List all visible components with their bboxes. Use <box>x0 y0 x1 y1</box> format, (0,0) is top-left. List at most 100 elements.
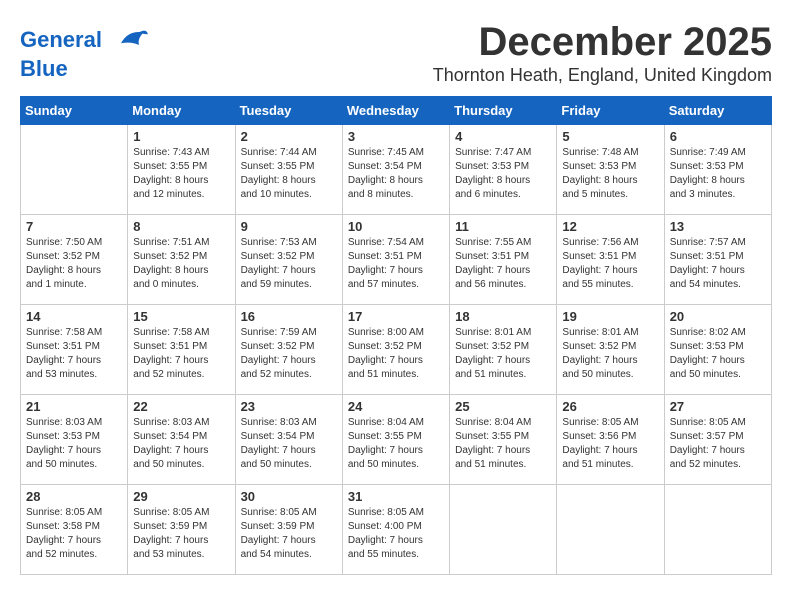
day-header-friday: Friday <box>557 97 664 125</box>
calendar-cell <box>450 485 557 575</box>
day-number: 23 <box>241 399 337 414</box>
day-info: Sunrise: 8:01 AMSunset: 3:52 PMDaylight:… <box>562 326 658 382</box>
calendar-cell: 15 Sunrise: 7:58 AMSunset: 3:51 PMDayligh… <box>128 305 235 395</box>
day-number: 16 <box>241 309 337 324</box>
day-info: Sunrise: 7:55 AMSunset: 3:51 PMDaylight:… <box>455 236 551 292</box>
day-info: Sunrise: 7:50 AMSunset: 3:52 PMDaylight:… <box>26 236 122 292</box>
calendar-cell: 14 Sunrise: 7:58 AMSunset: 3:51 PMDayligh… <box>21 305 128 395</box>
calendar-cell <box>21 125 128 215</box>
day-info: Sunrise: 8:05 AMSunset: 3:57 PMDaylight:… <box>670 416 766 472</box>
day-number: 25 <box>455 399 551 414</box>
calendar-cell <box>664 485 771 575</box>
day-info: Sunrise: 7:47 AMSunset: 3:53 PMDaylight:… <box>455 146 551 202</box>
day-number: 12 <box>562 219 658 234</box>
week-row-1: 1 Sunrise: 7:43 AMSunset: 3:55 PMDaylight… <box>21 125 772 215</box>
day-number: 24 <box>348 399 444 414</box>
day-info: Sunrise: 7:57 AMSunset: 3:51 PMDaylight:… <box>670 236 766 292</box>
day-number: 10 <box>348 219 444 234</box>
calendar-cell: 26 Sunrise: 8:05 AMSunset: 3:56 PMDayligh… <box>557 395 664 485</box>
day-info: Sunrise: 8:03 AMSunset: 3:54 PMDaylight:… <box>133 416 229 472</box>
day-info: Sunrise: 7:59 AMSunset: 3:52 PMDaylight:… <box>241 326 337 382</box>
day-header-wednesday: Wednesday <box>342 97 449 125</box>
calendar-cell: 1 Sunrise: 7:43 AMSunset: 3:55 PMDaylight… <box>128 125 235 215</box>
day-info: Sunrise: 8:05 AMSunset: 3:58 PMDaylight:… <box>26 506 122 562</box>
subtitle: Thornton Heath, England, United Kingdom <box>433 65 772 86</box>
day-info: Sunrise: 7:54 AMSunset: 3:51 PMDaylight:… <box>348 236 444 292</box>
day-info: Sunrise: 7:48 AMSunset: 3:53 PMDaylight:… <box>562 146 658 202</box>
page-header: General Blue December 2025 Thornton Heat… <box>20 20 772 86</box>
day-info: Sunrise: 7:58 AMSunset: 3:51 PMDaylight:… <box>26 326 122 382</box>
calendar-cell: 2Sunrise: 7:44 AMSunset: 3:55 PMDaylight… <box>235 125 342 215</box>
day-info: Sunrise: 7:43 AMSunset: 3:55 PMDaylight:… <box>133 146 229 202</box>
day-info: Sunrise: 7:58 AMSunset: 3:51 PMDaylight:… <box>133 326 229 382</box>
calendar-cell: 9 Sunrise: 7:53 AMSunset: 3:52 PMDaylight… <box>235 215 342 305</box>
day-number: 27 <box>670 399 766 414</box>
day-number: 6 <box>670 129 766 144</box>
calendar-cell: 10 Sunrise: 7:54 AMSunset: 3:51 PMDayligh… <box>342 215 449 305</box>
day-info: Sunrise: 7:53 AMSunset: 3:52 PMDaylight:… <box>241 236 337 292</box>
day-number: 20 <box>670 309 766 324</box>
day-info: Sunrise: 8:05 AMSunset: 3:56 PMDaylight:… <box>562 416 658 472</box>
day-info: Sunrise: 8:04 AMSunset: 3:55 PMDaylight:… <box>455 416 551 472</box>
week-row-5: 28 Sunrise: 8:05 AMSunset: 3:58 PMDayligh… <box>21 485 772 575</box>
day-number: 30 <box>241 489 337 504</box>
day-info: Sunrise: 7:45 AMSunset: 3:54 PMDaylight:… <box>348 146 444 202</box>
day-number: 14 <box>26 309 122 324</box>
day-number: 17 <box>348 309 444 324</box>
calendar-cell: 6Sunrise: 7:49 AMSunset: 3:53 PMDaylight… <box>664 125 771 215</box>
day-number: 3 <box>348 129 444 144</box>
calendar-cell: 20 Sunrise: 8:02 AMSunset: 3:53 PMDayligh… <box>664 305 771 395</box>
title-area: December 2025 Thornton Heath, England, U… <box>433 20 772 86</box>
calendar-cell: 23 Sunrise: 8:03 AMSunset: 3:54 PMDayligh… <box>235 395 342 485</box>
day-number: 13 <box>670 219 766 234</box>
day-number: 19 <box>562 309 658 324</box>
calendar-cell: 22 Sunrise: 8:03 AMSunset: 3:54 PMDayligh… <box>128 395 235 485</box>
logo-line1: General <box>20 25 148 57</box>
day-number: 7 <box>26 219 122 234</box>
logo-line2: Blue <box>20 57 148 81</box>
day-info: Sunrise: 8:05 AMSunset: 4:00 PMDaylight:… <box>348 506 444 562</box>
day-number: 18 <box>455 309 551 324</box>
day-number: 15 <box>133 309 229 324</box>
day-info: Sunrise: 7:56 AMSunset: 3:51 PMDaylight:… <box>562 236 658 292</box>
calendar-cell: 24 Sunrise: 8:04 AMSunset: 3:55 PMDayligh… <box>342 395 449 485</box>
day-number: 26 <box>562 399 658 414</box>
day-header-monday: Monday <box>128 97 235 125</box>
calendar-cell: 16 Sunrise: 7:59 AMSunset: 3:52 PMDayligh… <box>235 305 342 395</box>
day-info: Sunrise: 8:04 AMSunset: 3:55 PMDaylight:… <box>348 416 444 472</box>
day-info: Sunrise: 8:00 AMSunset: 3:52 PMDaylight:… <box>348 326 444 382</box>
logo: General Blue <box>20 25 148 81</box>
calendar-cell: 4 Sunrise: 7:47 AMSunset: 3:53 PMDaylight… <box>450 125 557 215</box>
day-number: 29 <box>133 489 229 504</box>
calendar-cell: 18 Sunrise: 8:01 AMSunset: 3:52 PMDayligh… <box>450 305 557 395</box>
calendar-cell: 3 Sunrise: 7:45 AMSunset: 3:54 PMDaylight… <box>342 125 449 215</box>
calendar-cell: 31 Sunrise: 8:05 AMSunset: 4:00 PMDayligh… <box>342 485 449 575</box>
day-info: Sunrise: 8:02 AMSunset: 3:53 PMDaylight:… <box>670 326 766 382</box>
day-number: 31 <box>348 489 444 504</box>
day-number: 11 <box>455 219 551 234</box>
day-number: 28 <box>26 489 122 504</box>
calendar-cell: 28 Sunrise: 8:05 AMSunset: 3:58 PMDayligh… <box>21 485 128 575</box>
calendar-table: SundayMondayTuesdayWednesdayThursdayFrid… <box>20 96 772 575</box>
calendar-cell: 27 Sunrise: 8:05 AMSunset: 3:57 PMDayligh… <box>664 395 771 485</box>
week-row-4: 21Sunrise: 8:03 AMSunset: 3:53 PMDayligh… <box>21 395 772 485</box>
calendar-cell: 11 Sunrise: 7:55 AMSunset: 3:51 PMDayligh… <box>450 215 557 305</box>
calendar-cell: 19 Sunrise: 8:01 AMSunset: 3:52 PMDayligh… <box>557 305 664 395</box>
week-row-3: 14 Sunrise: 7:58 AMSunset: 3:51 PMDayligh… <box>21 305 772 395</box>
day-number: 4 <box>455 129 551 144</box>
calendar-cell <box>557 485 664 575</box>
calendar-cell: 5Sunrise: 7:48 AMSunset: 3:53 PMDaylight… <box>557 125 664 215</box>
day-number: 22 <box>133 399 229 414</box>
day-info: Sunrise: 8:01 AMSunset: 3:52 PMDaylight:… <box>455 326 551 382</box>
day-number: 1 <box>133 129 229 144</box>
calendar-cell: 29 Sunrise: 8:05 AMSunset: 3:59 PMDayligh… <box>128 485 235 575</box>
day-number: 9 <box>241 219 337 234</box>
calendar-cell: 12 Sunrise: 7:56 AMSunset: 3:51 PMDayligh… <box>557 215 664 305</box>
day-info: Sunrise: 7:44 AMSunset: 3:55 PMDaylight:… <box>241 146 337 202</box>
week-row-2: 7 Sunrise: 7:50 AMSunset: 3:52 PMDaylight… <box>21 215 772 305</box>
day-number: 8 <box>133 219 229 234</box>
day-info: Sunrise: 8:05 AMSunset: 3:59 PMDaylight:… <box>241 506 337 562</box>
day-info: Sunrise: 7:51 AMSunset: 3:52 PMDaylight:… <box>133 236 229 292</box>
day-info: Sunrise: 8:03 AMSunset: 3:54 PMDaylight:… <box>241 416 337 472</box>
day-info: Sunrise: 8:05 AMSunset: 3:59 PMDaylight:… <box>133 506 229 562</box>
